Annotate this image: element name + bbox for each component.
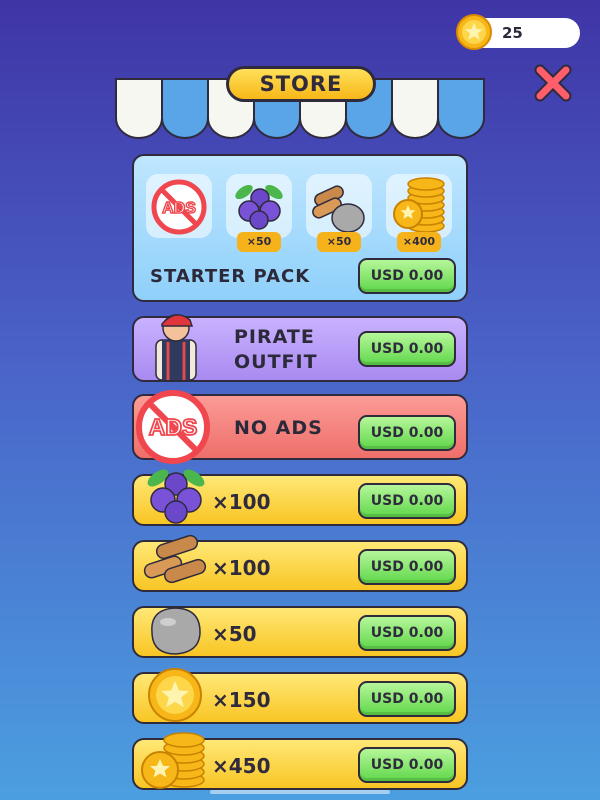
wood-icon — [143, 534, 207, 584]
no-ads-buy-button[interactable]: USD 0.00 — [358, 415, 456, 451]
pirate-character-icon — [155, 314, 197, 381]
wood-buy-button[interactable]: USD 0.00 — [358, 549, 456, 585]
starter-pack-title: STARTER PACK — [150, 266, 311, 287]
starter-item-no-ads: ADS — [146, 174, 212, 238]
berries-buy-button[interactable]: USD 0.00 — [358, 483, 456, 519]
coin-offer-card: ×150 USD 0.00 — [132, 668, 468, 724]
stone-icon — [151, 607, 201, 655]
coin-icon — [148, 668, 202, 722]
starter-pack-card: ADS ×50 ×50 ×400 STARTER PACK USD 0.00 — [132, 154, 468, 302]
coin-stack-icon — [393, 177, 445, 233]
pirate-outfit-title: PIRATE OUTFIT — [234, 325, 318, 375]
no-ads-icon: ADS — [151, 179, 207, 235]
title-line: OUTFIT — [234, 351, 318, 373]
no-ads-title: NO ADS — [234, 417, 323, 439]
coin-count: 25 — [502, 24, 523, 42]
starter-item-qty: ×50 — [317, 232, 361, 252]
starter-item-coins: ×400 — [386, 174, 452, 252]
berries-icon — [147, 469, 205, 524]
no-ads-card: ADS NO ADS USD 0.00 — [132, 390, 468, 464]
store-title: STORE — [226, 66, 376, 102]
home-indicator — [210, 790, 390, 794]
stone-buy-button[interactable]: USD 0.00 — [358, 615, 456, 651]
coin-buy-button[interactable]: USD 0.00 — [358, 681, 456, 717]
no-ads-icon: ADS — [136, 390, 210, 464]
starter-item-qty: ×400 — [397, 232, 441, 252]
starter-item-wood-stone: ×50 — [306, 174, 372, 252]
berries-icon — [235, 184, 283, 230]
coin-stack-icon — [141, 732, 205, 789]
title-line: PIRATE — [234, 326, 315, 348]
coin-counter: 25 — [456, 14, 580, 50]
wood-offer-card: ×100 USD 0.00 — [132, 534, 468, 592]
coin-icon — [456, 14, 492, 50]
pirate-outfit-buy-button[interactable]: USD 0.00 — [358, 331, 456, 367]
offer-qty: ×100 — [212, 556, 271, 580]
offer-qty: ×150 — [212, 688, 271, 712]
no-ads-label: ADS — [162, 200, 196, 217]
no-ads-label: ADS — [149, 414, 198, 440]
close-icon[interactable] — [532, 62, 574, 104]
coin-stack-buy-button[interactable]: USD 0.00 — [358, 747, 456, 783]
offer-qty: ×50 — [212, 622, 257, 646]
berries-offer-card: ×100 USD 0.00 — [132, 469, 468, 526]
starter-pack-buy-button[interactable]: USD 0.00 — [358, 258, 456, 294]
stone-offer-card: ×50 USD 0.00 — [132, 606, 468, 658]
starter-item-qty: ×50 — [237, 232, 281, 252]
wood-stone-icon — [312, 185, 365, 233]
pirate-outfit-card: PIRATE OUTFIT USD 0.00 — [132, 314, 468, 382]
coin-stack-offer-card: ×450 USD 0.00 — [132, 732, 468, 790]
starter-item-berries: ×50 — [226, 174, 292, 252]
offer-qty: ×450 — [212, 754, 271, 778]
offer-qty: ×100 — [212, 490, 271, 514]
